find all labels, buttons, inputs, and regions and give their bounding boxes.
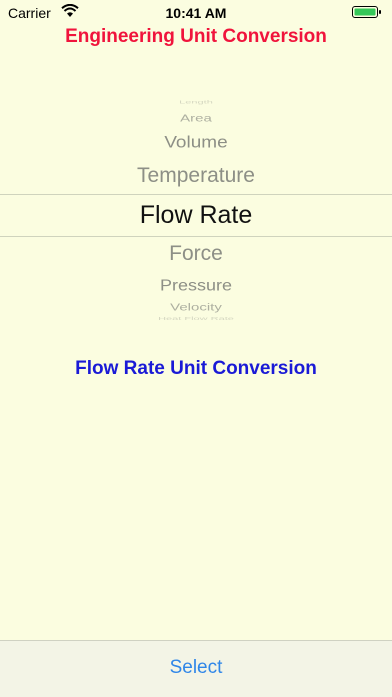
picker-item-heat-flow-rate[interactable]: Heat Flow Rate <box>0 317 392 322</box>
picker-item-area[interactable]: Area <box>0 113 392 125</box>
app-title: Engineering Unit Conversion <box>65 26 327 47</box>
picker-item-length[interactable]: Length <box>0 99 392 104</box>
picker-item-velocity[interactable]: Velocity <box>0 302 392 314</box>
picker-item-flow-rate[interactable]: Flow Rate <box>0 201 392 230</box>
picker-item-temperature[interactable]: Temperature <box>0 164 392 188</box>
unit-category-picker[interactable]: Length Area Volume Temperature Flow Rate… <box>0 98 392 328</box>
status-bar: Carrier 10:41 AM <box>0 0 392 24</box>
picker-item-force[interactable]: Force <box>0 242 392 266</box>
battery-icon <box>352 6 381 18</box>
status-time: 10:41 AM <box>165 5 227 21</box>
picker-selection-top-line <box>0 194 392 195</box>
picker-selection-bottom-line <box>0 236 392 237</box>
bottom-toolbar: Select <box>0 640 392 697</box>
conversion-subtitle: Flow Rate Unit Conversion <box>75 358 317 379</box>
picker-item-volume[interactable]: Volume <box>0 133 392 152</box>
picker-item-pressure[interactable]: Pressure <box>0 276 392 294</box>
select-button[interactable]: Select <box>0 657 392 679</box>
